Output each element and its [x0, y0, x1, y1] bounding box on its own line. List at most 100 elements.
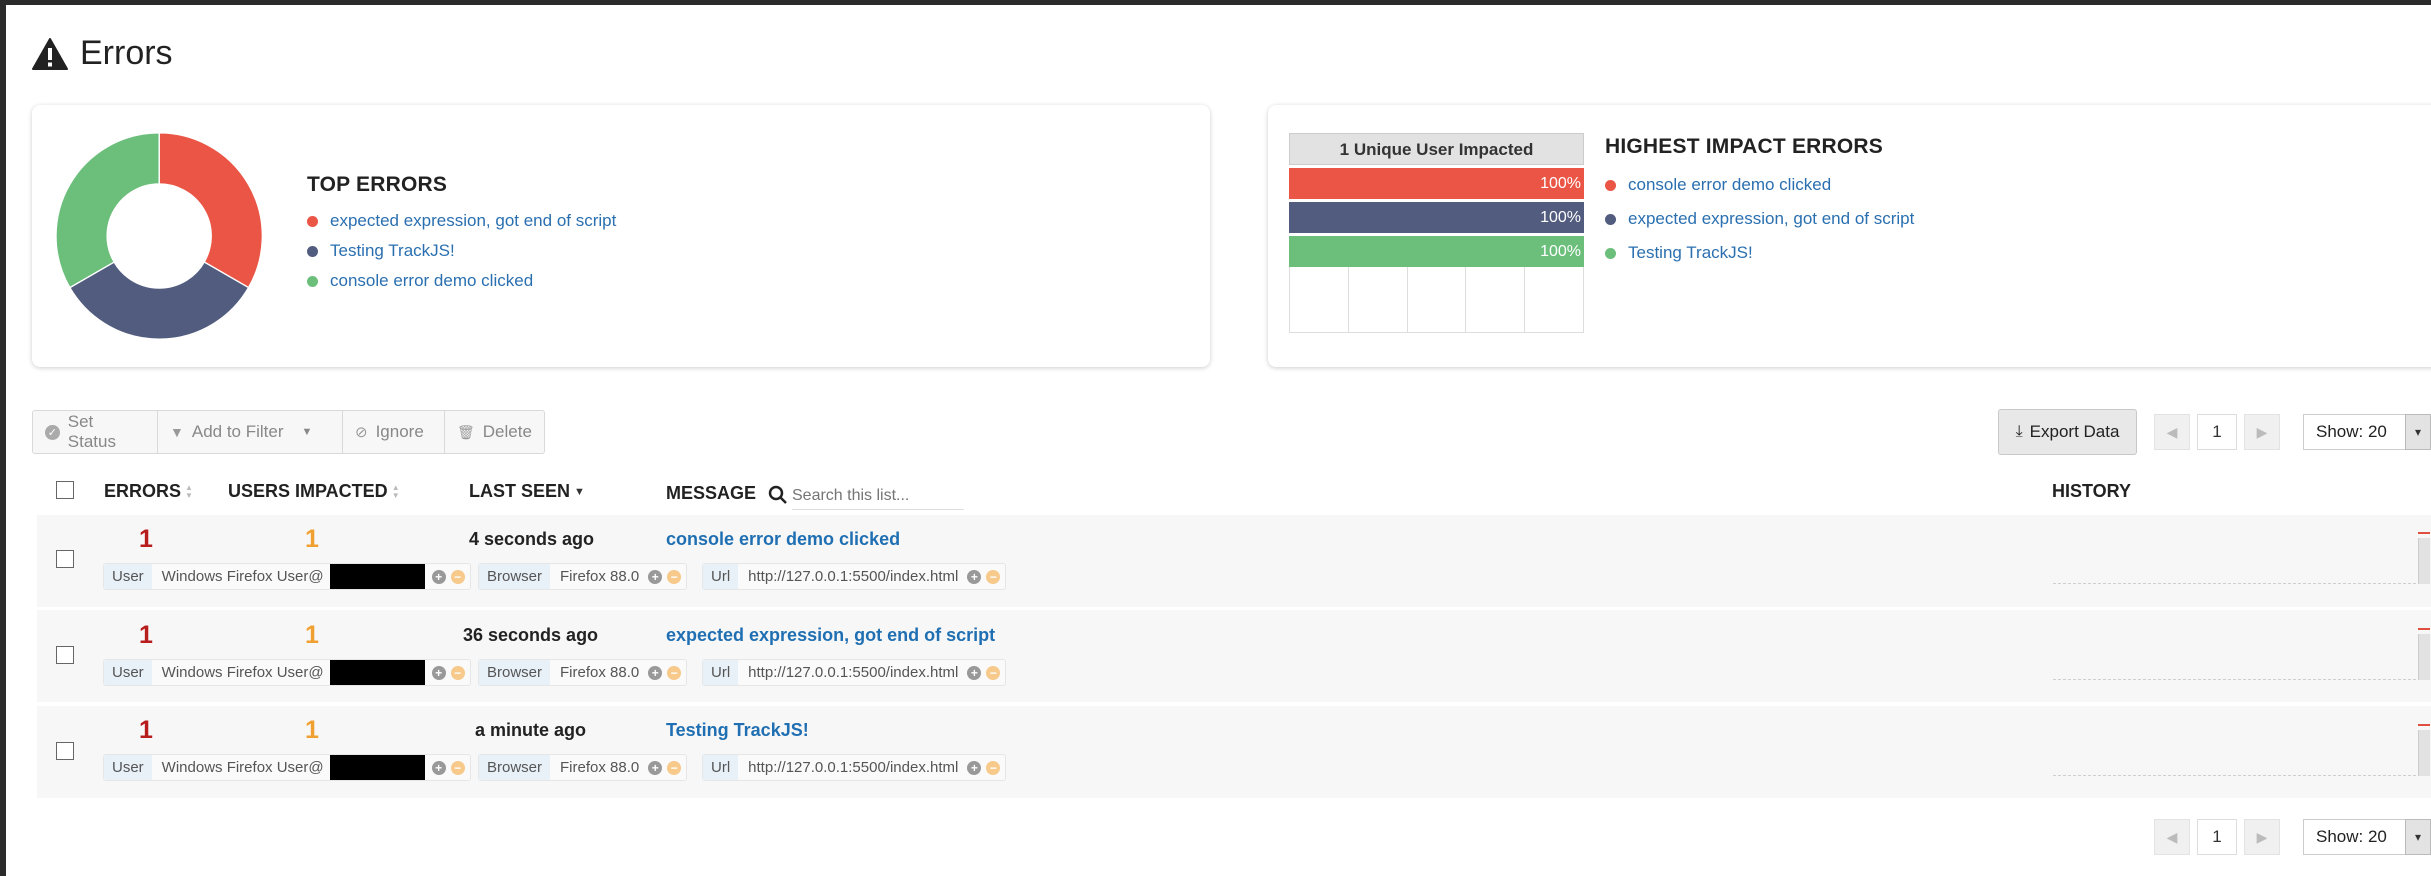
- exclude-filter-icon[interactable]: −: [667, 760, 682, 775]
- impact-bar-chart: 1 Unique User Impacted 100% 100% 100%: [1289, 133, 1584, 338]
- exclude-filter-icon[interactable]: −: [450, 760, 465, 775]
- top-error-label: console error demo clicked: [330, 271, 534, 290]
- row-checkbox[interactable]: [56, 646, 74, 664]
- users-impacted-column-header[interactable]: USERS IMPACTED ▲ ▼: [228, 481, 400, 502]
- exclude-filter-icon[interactable]: −: [986, 760, 1001, 775]
- add-filter-icon[interactable]: +: [648, 665, 663, 680]
- tag-value: http://127.0.0.1:5500/index.html: [748, 568, 959, 585]
- error-message-link[interactable]: console error demo clicked: [666, 529, 900, 550]
- top-errors-legend: TOP ERRORS expected expression, got end …: [307, 173, 616, 296]
- top-errors-title: TOP ERRORS: [307, 173, 448, 196]
- add-filter-icon[interactable]: +: [431, 760, 446, 775]
- sort-icon: ▲ ▼: [391, 482, 400, 500]
- users-header-label: USERS IMPACTED: [228, 481, 388, 501]
- errors-column-header[interactable]: ERRORS ▲ ▼: [104, 481, 193, 502]
- users-impacted-count: 1: [305, 621, 319, 649]
- add-filter-icon[interactable]: +: [967, 760, 982, 775]
- page-title-text: Errors: [80, 34, 173, 72]
- error-count: 1: [139, 525, 153, 553]
- exclude-filter-icon[interactable]: −: [986, 665, 1001, 680]
- last-seen-header-label: LAST SEEN: [469, 481, 571, 501]
- impact-bar: 100%: [1289, 236, 1584, 267]
- exclude-filter-icon[interactable]: −: [450, 665, 465, 680]
- page-size-select[interactable]: Show: 20 ▾: [2303, 819, 2431, 855]
- ignore-label: Ignore: [375, 422, 424, 441]
- legend-dot-icon: [307, 245, 318, 257]
- tag-value: http://127.0.0.1:5500/index.html: [748, 664, 959, 681]
- redacted-block: [329, 564, 425, 589]
- impact-error-link[interactable]: Testing TrackJS!: [1605, 236, 1914, 270]
- tag-value: Windows Firefox User@: [161, 759, 324, 776]
- impact-bar-value: 100%: [1540, 175, 1581, 192]
- redacted-block: [329, 755, 425, 780]
- donut-slice[interactable]: [68, 261, 250, 340]
- prev-page-button[interactable]: ◀: [2154, 414, 2190, 450]
- tag-key: Browser: [479, 755, 551, 780]
- top-error-link[interactable]: Testing TrackJS!: [307, 236, 616, 266]
- exclude-filter-icon[interactable]: −: [667, 665, 682, 680]
- caret-down-icon: ▼: [301, 426, 313, 438]
- add-filter-icon[interactable]: +: [648, 760, 663, 775]
- eye-slash-icon: ⊘: [355, 424, 368, 441]
- add-filter-icon[interactable]: +: [967, 569, 982, 584]
- impact-bar-value: 100%: [1540, 209, 1581, 226]
- delete-button[interactable]: 🗑 Delete: [444, 410, 545, 454]
- impact-error-link[interactable]: expected expression, got end of script: [1605, 202, 1914, 236]
- add-to-filter-label: Add to Filter: [191, 422, 284, 441]
- exclude-filter-icon[interactable]: −: [450, 569, 465, 584]
- users-impacted-count: 1: [305, 716, 319, 744]
- url-tag: Url http://127.0.0.1:5500/index.html + −: [702, 659, 1007, 686]
- legend-dot-icon: [307, 215, 318, 227]
- page-number[interactable]: 1: [2197, 414, 2237, 450]
- url-tag: Url http://127.0.0.1:5500/index.html + −: [702, 754, 1007, 781]
- tag-value: Windows Firefox User@: [161, 568, 324, 585]
- add-filter-icon[interactable]: +: [431, 665, 446, 680]
- ignore-button[interactable]: ⊘ Ignore: [342, 410, 445, 454]
- export-data-label: Export Data: [2029, 422, 2120, 441]
- last-seen-time: 4 seconds ago: [469, 529, 595, 549]
- add-filter-icon[interactable]: +: [431, 569, 446, 584]
- next-page-button[interactable]: ▶: [2244, 414, 2280, 450]
- error-message-link[interactable]: Testing TrackJS!: [666, 720, 809, 741]
- highest-impact-title: HIGHEST IMPACT ERRORS: [1605, 135, 1883, 158]
- history-sparkline: [2050, 724, 2430, 776]
- legend-dot-icon: [1605, 179, 1616, 191]
- top-error-label: Testing TrackJS!: [330, 241, 455, 260]
- row-checkbox[interactable]: [56, 550, 74, 568]
- tag-value: Firefox 88.0: [560, 664, 640, 681]
- message-header-label: MESSAGE: [666, 483, 757, 503]
- browser-tag: Browser Firefox 88.0 + −: [478, 563, 688, 590]
- browser-tag: Browser Firefox 88.0 + −: [478, 659, 688, 686]
- set-status-button[interactable]: ✓ Set Status: [32, 410, 158, 454]
- donut-slice[interactable]: [56, 132, 160, 289]
- prev-page-button[interactable]: ◀: [2154, 819, 2190, 855]
- history-sparkline: [2050, 532, 2430, 584]
- impact-error-link[interactable]: console error demo clicked: [1605, 168, 1914, 202]
- filter-icon: ▼: [170, 424, 184, 440]
- exclude-filter-icon[interactable]: −: [986, 569, 1001, 584]
- top-error-link[interactable]: console error demo clicked: [307, 266, 616, 296]
- next-page-button[interactable]: ▶: [2244, 819, 2280, 855]
- page-size-select[interactable]: Show: 20 ▾: [2303, 414, 2431, 450]
- impact-error-label: Testing TrackJS!: [1628, 243, 1753, 262]
- export-data-button[interactable]: ⤓ Export Data: [1998, 409, 2137, 455]
- browser-tag: Browser Firefox 88.0 + −: [478, 754, 688, 781]
- top-error-link[interactable]: expected expression, got end of script: [307, 206, 616, 236]
- error-message-link[interactable]: expected expression, got end of script: [666, 625, 995, 646]
- exclude-filter-icon[interactable]: −: [667, 569, 682, 584]
- sort-icon: ▲ ▼: [185, 482, 193, 500]
- search-list-input[interactable]: [792, 482, 964, 510]
- add-to-filter-button[interactable]: ▼ Add to Filter ▼: [157, 410, 343, 454]
- tag-value: Windows Firefox User@: [161, 664, 324, 681]
- row-checkbox[interactable]: [56, 742, 74, 760]
- add-filter-icon[interactable]: +: [648, 569, 663, 584]
- tag-key: Url: [703, 660, 739, 685]
- select-all-checkbox[interactable]: [56, 481, 74, 499]
- delete-label: Delete: [482, 422, 532, 441]
- trash-icon: 🗑: [457, 423, 475, 440]
- tag-key: User: [104, 660, 152, 685]
- last-seen-column-header[interactable]: LAST SEEN ▼: [469, 481, 585, 502]
- add-filter-icon[interactable]: +: [967, 665, 982, 680]
- page-number[interactable]: 1: [2197, 819, 2237, 855]
- donut-slice[interactable]: [158, 132, 263, 289]
